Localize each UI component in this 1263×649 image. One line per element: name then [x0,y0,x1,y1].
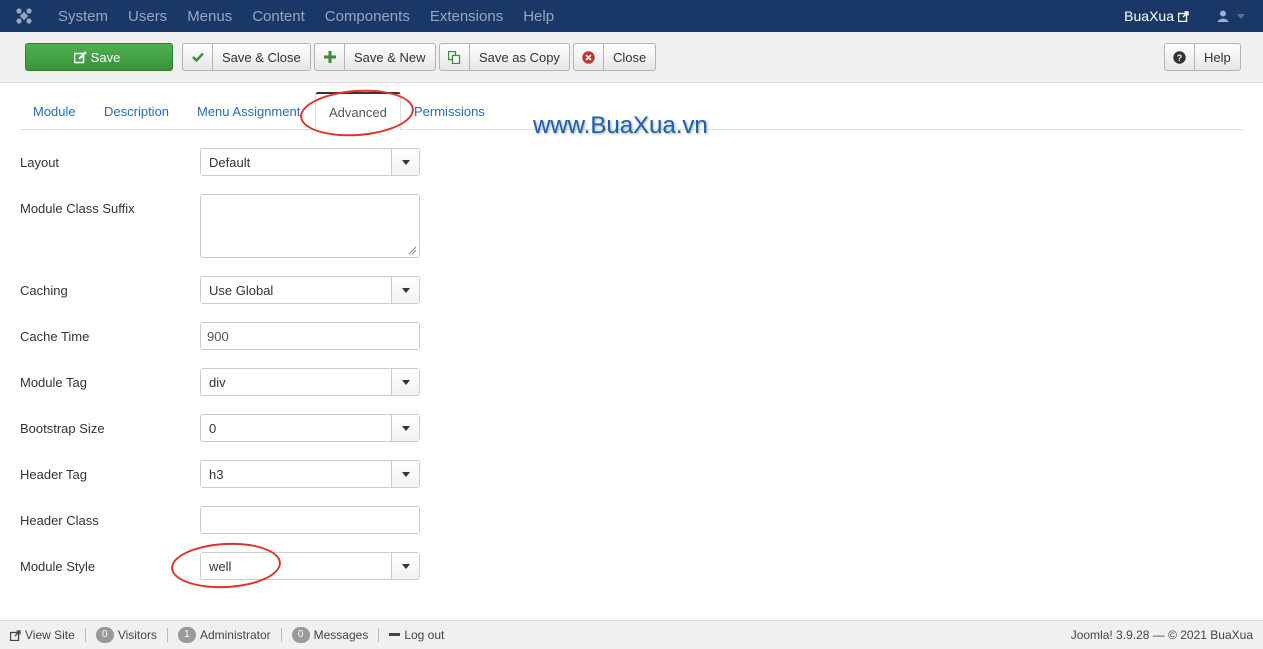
toolbar: Save Save & Close Save & New Save as Cop… [0,32,1263,83]
messages-label: Messages [313,628,369,642]
joomla-logo-icon[interactable] [0,0,48,32]
chevron-down-icon [1237,13,1245,19]
layout-select[interactable]: Default [200,148,420,176]
save-close-button[interactable]: Save & Close [182,43,311,71]
caret-down-icon [391,369,419,395]
class-suffix-textarea[interactable] [200,194,420,258]
module-tag-select[interactable]: div [200,368,420,396]
messages-link[interactable]: 0 Messages [282,627,380,643]
save-new-button[interactable]: Save & New [314,43,436,71]
admin-badge: 1 [177,627,196,643]
header-tag-value: h3 [209,466,224,482]
tab-permissions[interactable]: Permissions [414,92,485,130]
header-tag-label: Header Tag [20,467,87,482]
caret-down-icon [391,277,419,303]
module-tag-label: Module Tag [20,375,87,390]
bootstrap-size-select[interactable]: 0 [200,414,420,442]
tab-description[interactable]: Description [104,92,169,130]
administrator-link[interactable]: 1 Administrator [168,627,282,643]
menu-item-menus[interactable]: Menus [177,8,242,25]
cache-time-input[interactable]: 900 [200,322,420,350]
site-name: BuaXua [1124,8,1174,24]
close-label: Close [613,49,647,65]
caret-down-icon [391,149,419,175]
logout-label: Log out [404,628,445,642]
messages-badge: 0 [291,627,310,643]
resize-grip-icon[interactable] [408,246,417,255]
visitors-link[interactable]: 0 Visitors [86,627,168,643]
class-suffix-label: Module Class Suffix [20,201,135,216]
check-icon [183,44,213,70]
menu-item-users[interactable]: Users [118,8,177,25]
main-menu: System Users Menus Content Components Ex… [48,0,564,32]
status-bar: View Site 0 Visitors 1 Administrator 0 M… [0,620,1263,649]
caching-label: Caching [20,283,68,298]
external-link-icon [1178,10,1189,22]
bootstrap-size-value: 0 [209,420,217,436]
tab-menu-assignment[interactable]: Menu Assignment [197,92,300,130]
save-copy-label: Save as Copy [479,49,560,65]
plus-icon [315,44,345,70]
close-button[interactable]: Close [573,43,657,71]
svg-text:?: ? [1177,53,1183,63]
save-close-label: Save & Close [222,49,301,65]
header-class-input[interactable] [200,506,420,534]
cancel-icon [574,44,604,70]
copy-icon [440,44,470,70]
help-label: Help [1204,49,1231,65]
save-button[interactable]: Save [25,43,173,71]
module-style-label: Module Style [20,559,96,574]
cache-time-label: Cache Time [20,329,90,344]
layout-label: Layout [20,155,60,170]
bootstrap-size-label: Bootstrap Size [20,421,105,436]
edit-icon [73,50,87,63]
visitors-badge: 0 [95,627,114,643]
question-icon: ? [1165,44,1195,70]
site-link[interactable]: BuaXua [1124,8,1189,24]
minus-icon [389,633,401,636]
save-as-copy-button[interactable]: Save as Copy [439,43,570,71]
user-icon [1217,10,1229,22]
menu-item-help[interactable]: Help [513,8,564,25]
visitors-label: Visitors [117,628,157,642]
administrator-label: Administrator [199,628,271,642]
tab-module[interactable]: Module [33,92,76,130]
view-site-label: View Site [25,628,75,642]
menu-item-system[interactable]: System [48,8,118,25]
top-navbar: System Users Menus Content Components Ex… [0,0,1263,32]
menu-item-components[interactable]: Components [315,8,420,25]
logout-link[interactable]: Log out [379,628,454,642]
header-class-label: Header Class [20,513,99,528]
version-text: Joomla! 3.9.28 — © 2021 BuaXua [1070,628,1253,642]
layout-value: Default [209,154,251,170]
caret-down-icon [391,553,419,579]
module-tag-value: div [209,374,226,390]
menu-item-extensions[interactable]: Extensions [420,8,513,25]
caret-down-icon [391,461,419,487]
watermark-text: www.BuaXua.vn [533,112,708,139]
menu-item-content[interactable]: Content [242,8,315,25]
save-new-label: Save & New [354,49,426,65]
external-link-icon [10,629,21,641]
navbar-right: BuaXua [1124,0,1263,32]
caching-select[interactable]: Use Global [200,276,420,304]
view-site-link[interactable]: View Site [0,628,86,642]
caching-value: Use Global [209,282,274,298]
user-menu[interactable] [1217,10,1245,22]
save-label: Save [90,49,121,65]
caret-down-icon [391,415,419,441]
help-button[interactable]: ? Help [1164,43,1241,71]
highlight-circle-module-style [169,540,283,591]
header-tag-select[interactable]: h3 [200,460,420,488]
